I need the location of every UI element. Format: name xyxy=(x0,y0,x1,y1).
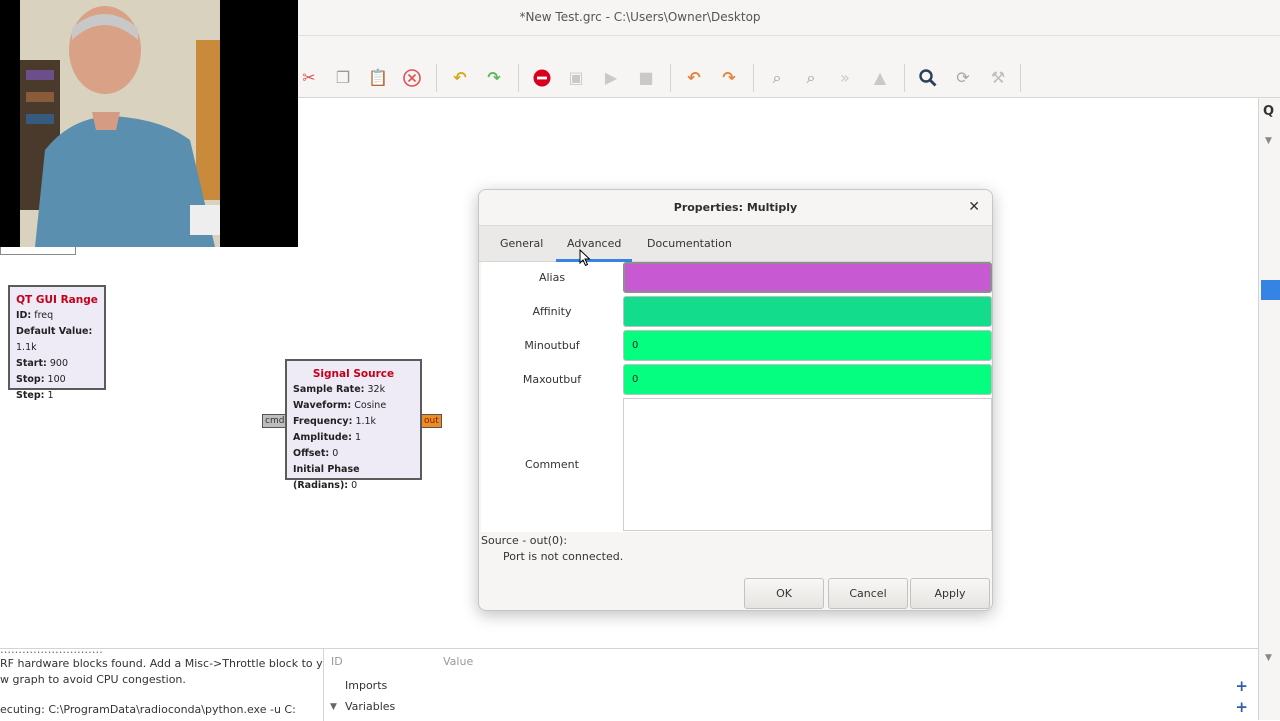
close-icon[interactable]: ✕ xyxy=(968,199,980,215)
ok-button[interactable]: OK xyxy=(744,578,824,609)
generate-icon[interactable]: ▣ xyxy=(564,67,588,89)
rotate-ccw-icon[interactable]: ↶ xyxy=(682,67,706,89)
block-param: Stop: 100 xyxy=(16,374,66,385)
console-line: w graph to avoid CPU congestion. xyxy=(0,673,186,686)
out-port[interactable]: out xyxy=(421,414,442,428)
minoutbuf-label: Minoutbuf xyxy=(524,339,580,352)
console-output: ‥‥‥‥‥‥‥‥‥‥‥‥‥‥ RF hardware blocks found.… xyxy=(0,649,324,721)
block-library-panel: Q ▼ ▼ xyxy=(1258,98,1280,720)
expand-icon[interactable]: ▼ xyxy=(330,702,337,712)
mouse-cursor-icon xyxy=(579,249,591,267)
bottom-panel: ‥‥‥‥‥‥‥‥‥‥‥‥‥‥ RF hardware blocks found.… xyxy=(0,648,1258,721)
undo-icon[interactable]: ↶ xyxy=(448,67,472,89)
delete-icon[interactable] xyxy=(400,67,424,89)
properties-dialog: Properties: Multiply ✕ General Advanced … xyxy=(478,189,993,611)
tab-documentation[interactable]: Documentation xyxy=(636,226,743,262)
execute-icon[interactable]: ▶ xyxy=(599,67,623,89)
signal-source-block[interactable]: Signal Source Sample Rate: 32k Waveform:… xyxy=(285,359,422,491)
zoom-out-icon[interactable]: ⌕ xyxy=(799,67,823,89)
comment-label: Comment xyxy=(525,458,579,471)
port-info-status: Port is not connected. xyxy=(503,550,624,563)
rotate-cw-icon[interactable]: ↷ xyxy=(717,67,741,89)
dialog-title: Properties: Multiply xyxy=(673,201,798,214)
comment-field[interactable] xyxy=(623,398,992,531)
port-info-source: Source - out(0): xyxy=(481,534,568,547)
dialog-tabs: General Advanced Documentation xyxy=(479,226,992,262)
block-param: Sample Rate: 32k xyxy=(293,384,386,395)
console-line: ‥‥‥‥‥‥‥‥‥‥‥‥‥‥ xyxy=(0,649,103,656)
partial-block[interactable] xyxy=(0,246,76,255)
paste-icon[interactable]: 📋 xyxy=(366,67,390,89)
toolbar-separator xyxy=(518,64,519,92)
toolbar-separator xyxy=(670,64,671,92)
image-icon[interactable]: ▲ xyxy=(868,67,892,89)
maxoutbuf-label: Maxoutbuf xyxy=(522,373,582,386)
block-param: Start: 900 xyxy=(16,358,68,369)
toolbar-separator xyxy=(753,64,754,92)
copy-icon[interactable]: ❐ xyxy=(331,67,355,89)
tab-general[interactable]: General xyxy=(489,226,554,262)
fast-forward-icon[interactable]: » xyxy=(833,67,857,89)
reload-icon[interactable]: ⟳ xyxy=(951,67,975,89)
toolbar-separator xyxy=(904,64,905,92)
qt-gui-range-block[interactable]: QT GUI Range ID: freq Default Value: 1.1… xyxy=(8,285,106,401)
alias-label: Alias xyxy=(538,271,566,284)
tree-item-variables[interactable]: Variables xyxy=(345,700,395,713)
toolbar-separator xyxy=(1020,64,1021,92)
tools-icon[interactable]: ⚒ xyxy=(986,67,1010,89)
apply-button[interactable]: Apply xyxy=(910,578,990,609)
tree-item-imports[interactable]: Imports xyxy=(345,679,387,692)
maxoutbuf-field[interactable] xyxy=(623,364,992,395)
minoutbuf-field[interactable] xyxy=(623,330,992,361)
block-param: Amplitude: 1 xyxy=(293,432,361,443)
cancel-button[interactable]: Cancel xyxy=(828,578,908,609)
tab-advanced[interactable]: Advanced xyxy=(556,226,633,262)
block-param: Waveform: Cosine xyxy=(293,400,387,411)
column-header-id[interactable]: ID xyxy=(331,655,343,668)
find-block-icon[interactable] xyxy=(916,67,940,89)
block-param: Default Value: 1.1k xyxy=(16,326,93,353)
redo-icon[interactable]: ↷ xyxy=(482,67,506,89)
dialog-header: Properties: Multiply ✕ xyxy=(479,190,992,226)
search-icon[interactable]: Q xyxy=(1263,104,1274,119)
scroll-down-icon[interactable]: ▼ xyxy=(1265,653,1272,663)
alias-field[interactable] xyxy=(623,262,992,293)
selected-tree-item[interactable] xyxy=(1261,280,1280,300)
cut-icon[interactable]: ✂ xyxy=(297,67,321,89)
block-param: Offset: 0 xyxy=(293,448,339,459)
block-param: Step: 1 xyxy=(16,390,54,401)
scroll-down-icon[interactable]: ▼ xyxy=(1265,136,1272,146)
block-title: Signal Source xyxy=(312,368,395,380)
block-param: ID: freq xyxy=(16,310,54,321)
zoom-in-icon[interactable]: ⌕ xyxy=(765,67,789,89)
webcam-overlay xyxy=(0,0,298,247)
stop-flowgraph-icon[interactable] xyxy=(530,67,554,89)
add-import-icon[interactable]: + xyxy=(1235,679,1248,694)
variables-panel: ID Value Imports + ▼ Variables + xyxy=(325,649,1258,721)
console-line: RF hardware blocks found. Add a Misc->Th… xyxy=(0,657,324,670)
affinity-label: Affinity xyxy=(532,305,572,318)
add-variable-icon[interactable]: + xyxy=(1235,700,1248,715)
block-param: Initial Phase (Radians): 0 xyxy=(293,464,360,491)
advanced-form: Alias Affinity Minoutbuf Maxoutbuf Comme… xyxy=(481,262,992,532)
kill-icon[interactable]: ■ xyxy=(634,67,658,89)
block-title: QT GUI Range xyxy=(16,294,98,306)
column-header-value[interactable]: Value xyxy=(443,655,473,668)
affinity-field[interactable] xyxy=(623,296,992,327)
toolbar-separator xyxy=(436,64,437,92)
webcam-video xyxy=(0,0,298,247)
cmd-port[interactable]: cmd xyxy=(262,414,288,428)
console-line: ecuting: C:\ProgramData\radioconda\pytho… xyxy=(0,703,296,716)
block-param: Frequency: 1.1k xyxy=(293,416,377,427)
